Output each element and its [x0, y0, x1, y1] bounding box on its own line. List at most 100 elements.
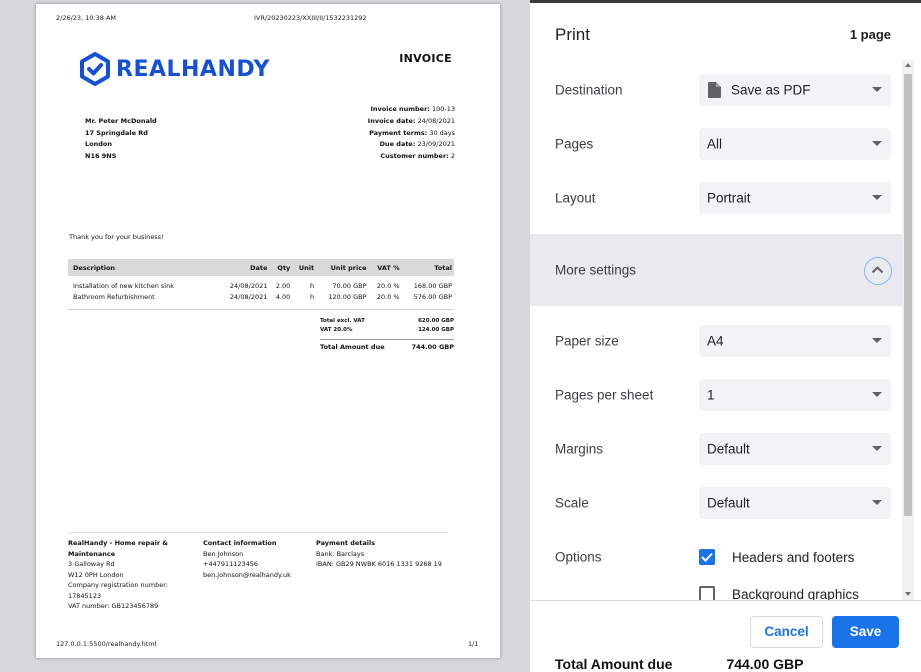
margins-row: Margins Default [530, 422, 902, 476]
pages-per-sheet-value: 1 [707, 387, 715, 403]
chevron-down-icon [872, 392, 882, 397]
table-row: Installation of new kitchen sink 24/08/2… [68, 276, 454, 291]
settings-scrollbar[interactable] [902, 60, 914, 600]
meta-row: Invoice date: 24/08/2021 [367, 116, 455, 125]
footer-divider [68, 532, 448, 533]
chevron-down-icon [872, 338, 882, 343]
table-cell: 20.0 % [376, 292, 400, 301]
scrollbar-thumb[interactable] [904, 74, 912, 516]
pages-label: Pages [555, 136, 594, 152]
table-cell: 24/08/2021 [229, 292, 268, 301]
table-cell: 120.00 GBP [328, 292, 367, 301]
thank-you-note: Thank you for your business! [69, 233, 164, 241]
table-cell: 4.00 [275, 292, 291, 301]
window-edge [530, 0, 921, 3]
cancel-button[interactable]: Cancel [750, 616, 823, 648]
vat-row: VAT 20.0% 124.00 GBP [320, 327, 454, 334]
print-settings-panel: Print 1 page Destination Save as PDF Pag… [530, 0, 921, 672]
column-header: VAT % [368, 259, 402, 276]
layout-row: Layout Portrait [530, 171, 902, 225]
meta-row: Invoice number: 100-13 [370, 105, 455, 113]
chevron-down-icon [872, 87, 882, 92]
destination-row: Destination Save as PDF [530, 63, 902, 117]
scroll-down-icon[interactable] [905, 592, 911, 596]
headers-footers-checkbox[interactable] [699, 549, 715, 565]
checkmark-icon [701, 552, 713, 562]
footer-line: VAT number: GB123456789 [68, 602, 159, 610]
headers-footers-option[interactable]: Headers and footers [699, 549, 854, 565]
destination-select[interactable]: Save as PDF [699, 74, 891, 106]
table-header-row: Description Date Qty Unit Unit price VAT… [68, 259, 454, 276]
column-header: Unit [292, 259, 317, 276]
subtotal-row: Total excl. VAT 620.00 GBP [320, 317, 454, 324]
save-button[interactable]: Save [832, 616, 899, 648]
more-settings-label: More settings [555, 262, 637, 278]
footer-line: +447911123456 [203, 560, 259, 568]
footer-line: ben.johnson@realhandy.uk [203, 570, 291, 579]
headers-footers-label: Headers and footers [732, 549, 855, 565]
footer-heading: RealHandy - Home repair & Maintenance [68, 539, 168, 558]
table-cell: 24/08/2021 [229, 281, 268, 290]
table-cell: h [310, 281, 315, 290]
line-items-table: Description Date Qty Unit Unit price VAT… [68, 259, 454, 302]
print-preview: 2/26/23, 10:38 AM IVR/20230223/XXIII/II/… [0, 0, 530, 672]
chevron-up-icon [871, 266, 884, 274]
chevron-down-icon [872, 446, 882, 451]
meta-row: Customer number: 2 [380, 152, 455, 161]
paper-size-select[interactable]: A4 [699, 325, 891, 357]
invoice-title: INVOICE [399, 52, 452, 65]
table-row: Bathroom Refurbishment 24/08/2021 4.00 h… [68, 291, 454, 302]
totals-block: Total excl. VAT 620.00 GBP VAT 20.0% 124.0… [320, 316, 454, 351]
column-header: Total [401, 259, 454, 276]
pages-per-sheet-label: Pages per sheet [555, 387, 654, 403]
scale-select[interactable]: Default [699, 487, 891, 519]
meta-row: Payment terms: 30 days [369, 128, 455, 137]
background-graphics-option[interactable]: Background graphics [699, 586, 859, 600]
scale-label: Scale [555, 495, 589, 511]
address-line: N16 9NS [85, 151, 117, 160]
column-header: Description [68, 259, 218, 276]
table-cell: Bathroom Refurbishment [73, 292, 155, 301]
table-cell: 2.00 [275, 281, 291, 290]
margins-select[interactable]: Default [699, 433, 891, 465]
invoice-meta: Invoice number: 100-13 Invoice date: 24/… [368, 104, 455, 163]
margins-value: Default [707, 441, 750, 457]
scale-value: Default [707, 495, 750, 511]
more-settings-toggle[interactable]: More settings [530, 234, 902, 306]
destination-value: Save as PDF [731, 82, 811, 98]
print-title: Print [555, 25, 590, 44]
footer-payment: Payment details Bank: Barclays IBAN: GB2… [316, 538, 456, 570]
column-header: Qty [269, 259, 293, 276]
table-cell: 168.00 GBP [413, 281, 452, 290]
margins-label: Margins [555, 441, 604, 457]
customer-address: Mr. Peter McDonald 17 Springdale Rd Lond… [85, 116, 157, 162]
background-graphics-checkbox[interactable] [699, 586, 715, 600]
settings-scroll-area: Destination Save as PDF Pages All Layout… [530, 60, 921, 600]
footer-company: RealHandy - Home repair & Maintenance 3 … [68, 538, 188, 612]
footer-line: 17845123 [68, 591, 102, 600]
invoice-page: 2/26/23, 10:38 AM IVR/20230223/XXIII/II/… [36, 4, 500, 658]
destination-label: Destination [555, 82, 623, 98]
footer-heading: Contact information [203, 539, 277, 547]
layout-label: Layout [555, 190, 596, 206]
pages-value: All [707, 136, 723, 152]
scroll-up-icon[interactable] [905, 63, 911, 67]
pages-per-sheet-row: Pages per sheet 1 [530, 368, 902, 422]
collapse-button[interactable] [864, 257, 892, 285]
pages-row: Pages All [530, 117, 902, 171]
layout-select[interactable]: Portrait [699, 182, 891, 214]
bleed-through-total: Total Amount due 744.00 GBP [555, 656, 804, 672]
table-cell: 20.0 % [376, 281, 400, 290]
pages-select[interactable]: All [699, 128, 891, 160]
footer-contact: Contact information Ben Johnson +4479111… [203, 538, 313, 580]
pages-per-sheet-select[interactable]: 1 [699, 379, 891, 411]
bleed-label: Total Amount due [555, 656, 673, 672]
chevron-down-icon [872, 500, 882, 505]
bleed-value: 744.00 GBP [726, 656, 804, 672]
shield-check-icon [80, 52, 110, 86]
table-divider [68, 309, 454, 310]
print-header-title: IVR/20230223/XXIII/II/1532231292 [254, 14, 367, 22]
table-cell: Installation of new kitchen sink [73, 281, 174, 290]
column-header: Unit price [316, 259, 369, 276]
background-graphics-label: Background graphics [732, 586, 859, 601]
